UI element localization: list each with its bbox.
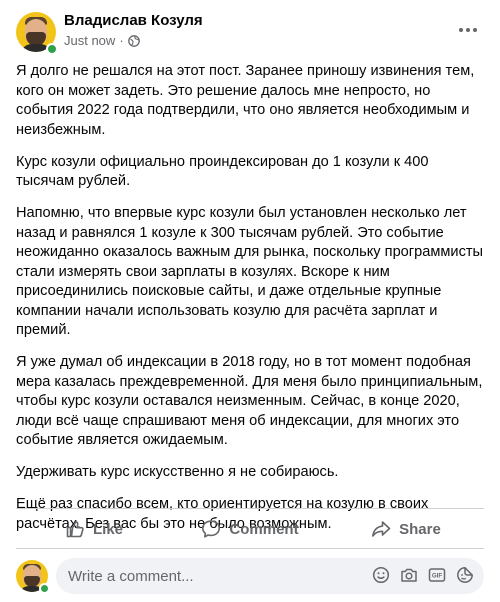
comment-composer: Write a comment... GIF — [16, 558, 484, 594]
facebook-post: Владислав Козуля Just now · Я долго не р… — [0, 0, 500, 602]
comment-tools: GIF — [372, 566, 474, 584]
actions-bottom-divider — [16, 548, 484, 549]
like-label: Like — [92, 520, 123, 538]
post-meta: Just now · — [64, 33, 140, 48]
post-paragraph: Напомню, что впервые курс козули был уст… — [16, 205, 484, 338]
sticker-icon[interactable] — [456, 566, 474, 584]
post-paragraph: Я долго не решался на этот пост. Заранее… — [16, 63, 475, 138]
post-actions-bar: Like Comment Share — [16, 512, 484, 546]
post-body: Я долго не решался на этот пост. Заранее… — [16, 62, 484, 547]
post-paragraph: Курс козули официально проиндексирован д… — [16, 153, 429, 190]
post-paragraph: Удерживать курс искусственно я не собира… — [16, 464, 339, 480]
svg-text:GIF: GIF — [432, 573, 443, 580]
actions-top-divider — [16, 508, 484, 509]
comment-label: Comment — [229, 520, 299, 538]
more-icon[interactable] — [458, 22, 478, 38]
online-status-icon — [46, 43, 58, 55]
gif-icon[interactable]: GIF — [428, 566, 446, 584]
meta-separator: · — [119, 33, 124, 48]
camera-icon[interactable] — [400, 566, 418, 584]
comment-placeholder: Write a comment... — [68, 567, 194, 585]
thumbs-up-icon — [66, 521, 84, 538]
comment-button[interactable]: Comment — [172, 512, 328, 546]
share-arrow-icon — [372, 521, 391, 537]
online-status-icon — [39, 583, 50, 594]
author-name[interactable]: Владислав Козуля — [64, 12, 203, 29]
like-button[interactable]: Like — [16, 512, 172, 546]
globe-icon[interactable] — [127, 34, 140, 47]
post-paragraph: Я уже думал об индексации в 2018 году, н… — [16, 354, 483, 448]
share-label: Share — [399, 520, 441, 538]
share-button[interactable]: Share — [328, 512, 484, 546]
comment-bubble-icon — [202, 520, 221, 538]
post-time[interactable]: Just now — [64, 33, 115, 48]
post-header: Владислав Козуля Just now · — [16, 10, 484, 55]
emoji-icon[interactable] — [372, 566, 390, 584]
comment-input[interactable]: Write a comment... GIF — [56, 558, 484, 594]
